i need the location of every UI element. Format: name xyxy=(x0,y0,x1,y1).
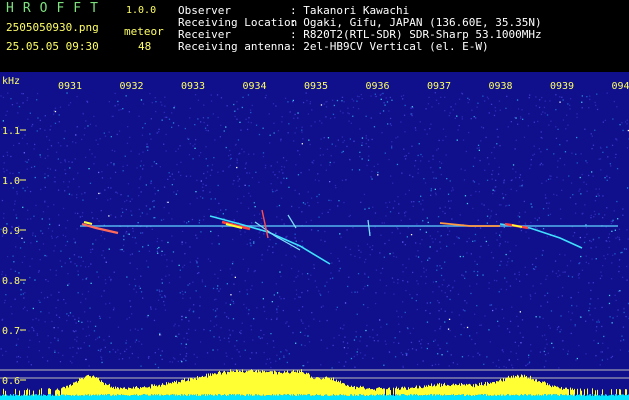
field-label-antenna: Receiving antenna xyxy=(178,40,291,53)
y-axis-unit: kHz xyxy=(2,76,20,87)
count-value: 48 xyxy=(138,40,152,53)
time-tick-label: 0940 xyxy=(611,81,629,92)
time-tick-label: 0939 xyxy=(550,81,574,92)
spectrogram-panel: kHz 1.1 1.0 0.9 0.8 0.7 0.6 0931 0932 0933 0934 0… xyxy=(0,72,629,400)
file-name: 2505050930.png xyxy=(6,21,99,34)
time-tick-label: 0934 xyxy=(242,81,266,92)
time-tick-label: 0937 xyxy=(427,81,451,92)
header-panel: HROFFT 1.0.0 2505050930.png meteor 25.05… xyxy=(0,0,629,72)
y-tick-label: 0.7 xyxy=(2,326,20,337)
time-tick-label: 0931 xyxy=(58,81,82,92)
date-time: 25.05.05 09:30 xyxy=(6,40,99,53)
y-tick-label: 1.0 xyxy=(2,176,20,187)
count-label: meteor xyxy=(124,25,164,38)
app-version: 1.0.0 xyxy=(126,5,157,16)
field-value-antenna: : 2el-HB9CV Vertical (el. E-W) xyxy=(290,40,489,53)
time-tick-label: 0936 xyxy=(365,81,389,92)
time-tick-label: 0935 xyxy=(304,81,328,92)
y-tick-label: 1.1 xyxy=(2,126,20,137)
time-tick-label: 0938 xyxy=(488,81,512,92)
time-tick-label: 0933 xyxy=(181,81,205,92)
y-tick-label: 0.9 xyxy=(2,226,20,237)
y-tick-label: 0.8 xyxy=(2,276,20,287)
time-tick-label: 0932 xyxy=(119,81,143,92)
app-title: HROFFT xyxy=(6,1,107,16)
y-tick-label: 0.6 xyxy=(2,376,20,387)
